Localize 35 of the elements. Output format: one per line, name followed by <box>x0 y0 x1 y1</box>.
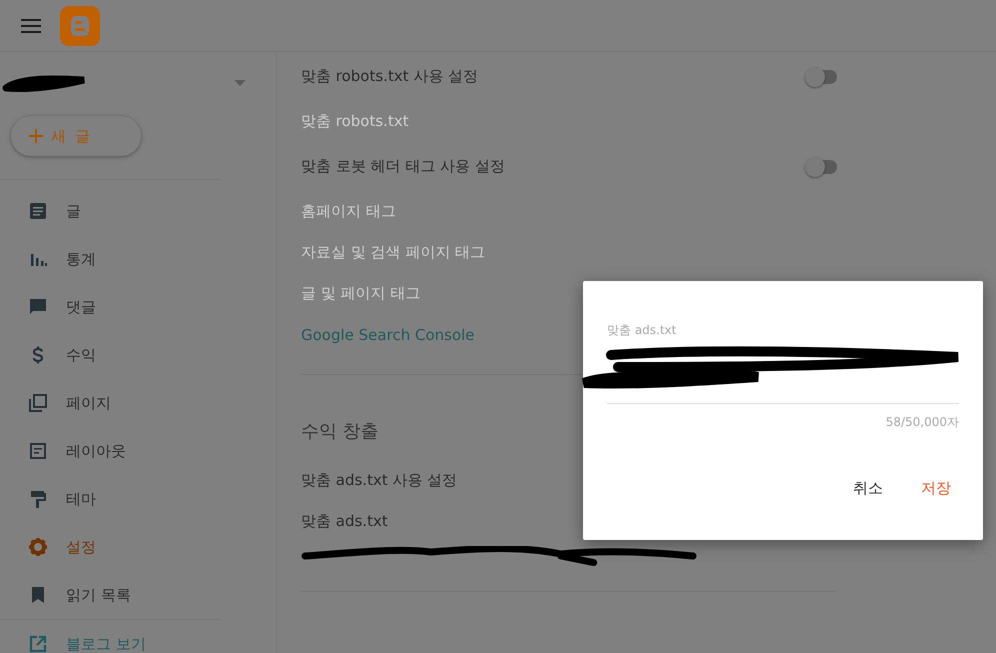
dialog-button[interactable]: 취소 <box>837 471 899 506</box>
nav-icon <box>28 393 48 413</box>
nav-item[interactable]: 설정 <box>0 523 276 571</box>
setting-label: 맞춤 로봇 헤더 태그 사용 설정 <box>301 157 505 176</box>
nav-icon <box>28 297 48 317</box>
setting-label: 자료실 및 검색 페이지 태그 <box>301 243 486 262</box>
setting-label: 홈페이지 태그 <box>301 202 396 221</box>
dialog-button[interactable]: 저장 <box>905 471 967 506</box>
search-console-link[interactable]: Google Search Console <box>301 326 475 344</box>
nav-icon <box>28 489 48 509</box>
nav-icon <box>28 537 48 557</box>
field-label: 맞춤 ads.txt <box>607 322 678 339</box>
setting-label: 글 및 페이지 태그 <box>301 284 420 303</box>
nav-item[interactable]: 수익 <box>0 331 276 379</box>
nav-item[interactable]: 글 <box>0 187 276 235</box>
setting-label: 맞춤 ads.txt <box>301 512 388 531</box>
nav-item[interactable]: 페이지 <box>0 379 276 427</box>
setting-label: 맞춤 ads.txt 사용 설정 <box>301 471 458 490</box>
nav-item[interactable]: 테마 <box>0 475 276 523</box>
menu-icon[interactable] <box>21 18 41 32</box>
nav-item[interactable]: 통계 <box>0 235 276 283</box>
nav-icon <box>28 441 48 461</box>
section-heading: 수익 창출 <box>301 420 379 443</box>
nav-item[interactable]: 레이아웃 <box>0 427 276 475</box>
setting-label: 맞춤 robots.txt 사용 설정 <box>301 67 478 86</box>
setting-label: 맞춤 robots.txt <box>301 112 409 131</box>
character-counter: 58/50,000자 <box>884 414 959 431</box>
nav-item[interactable]: 댓글 <box>0 283 276 331</box>
dropdown-caret-icon[interactable] <box>234 80 246 86</box>
logo-icon[interactable] <box>60 6 100 46</box>
nav-item[interactable]: 읽기 목록 <box>0 571 276 619</box>
view-blog-link[interactable]: 블로그 보기 <box>0 620 276 653</box>
nav-icon <box>28 201 48 221</box>
external-link-icon <box>28 634 48 653</box>
plus-icon <box>29 129 43 143</box>
